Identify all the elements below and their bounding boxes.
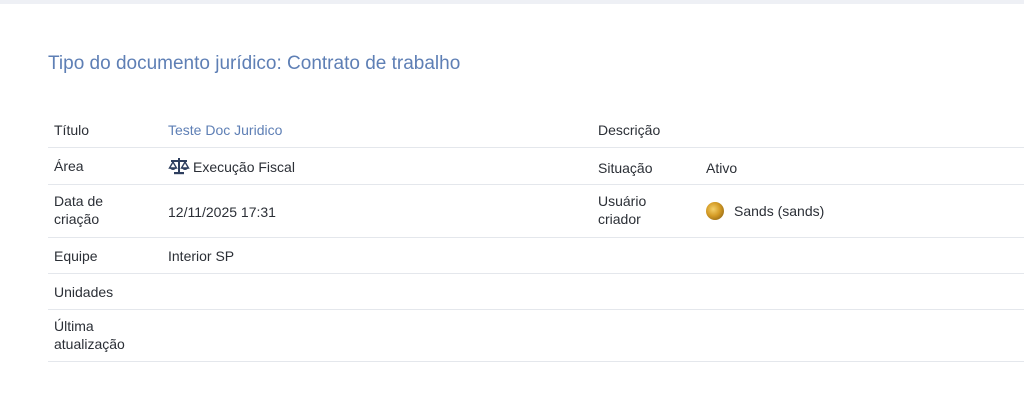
unidades-label: Unidades xyxy=(54,284,114,300)
situacao-label: Situação xyxy=(598,160,653,176)
detail-row-titulo: Título Teste Doc Juridico Descrição xyxy=(48,111,1024,148)
detail-row-unidades: Unidades xyxy=(48,274,1024,310)
data-criacao-value: 12/11/2025 17:31 xyxy=(168,204,276,220)
data-criacao-label: Data de criação xyxy=(54,192,103,228)
detail-row-area: Área Execução Fiscal Situação Ativo xyxy=(48,148,1024,185)
usuario-criador[interactable]: Sands (sands) xyxy=(706,202,824,220)
usuario-criador-value: Sands (sands) xyxy=(734,203,825,219)
data-criacao-label-line1: Data de xyxy=(54,193,104,209)
ultima-atualizacao-label-line1: Última xyxy=(54,318,94,334)
scale-icon xyxy=(168,157,190,179)
equipe-value: Interior SP xyxy=(168,248,235,264)
details-card: Tipo do documento jurídico: Contrato de … xyxy=(0,4,1024,410)
detail-row-equipe: Equipe Interior SP xyxy=(48,238,1024,274)
data-criacao-label-line2: criação xyxy=(54,211,100,227)
user-avatar xyxy=(706,202,724,220)
ultima-atualizacao-label: Última atualização xyxy=(54,317,125,353)
page-title: Tipo do documento jurídico: Contrato de … xyxy=(48,53,461,74)
usuario-criador-label: Usuário criador xyxy=(598,192,646,228)
descricao-label: Descrição xyxy=(598,122,661,138)
usuario-criador-label-line2: criador xyxy=(598,211,641,227)
titulo-link[interactable]: Teste Doc Juridico xyxy=(168,121,282,139)
area-value-wrap: Execução Fiscal xyxy=(168,157,295,179)
usuario-criador-label-line1: Usuário xyxy=(598,193,647,209)
area-value: Execução Fiscal xyxy=(193,159,295,175)
detail-row-data-criacao: Data de criação 12/11/2025 17:31 Usuário… xyxy=(48,185,1024,238)
situacao-value: Ativo xyxy=(706,160,738,176)
detail-row-ultima-atualizacao: Última atualização xyxy=(48,310,1024,362)
ultima-atualizacao-label-line2: atualização xyxy=(54,336,125,352)
equipe-label: Equipe xyxy=(54,248,98,264)
titulo-label: Título xyxy=(54,122,90,138)
area-label: Área xyxy=(54,158,84,174)
